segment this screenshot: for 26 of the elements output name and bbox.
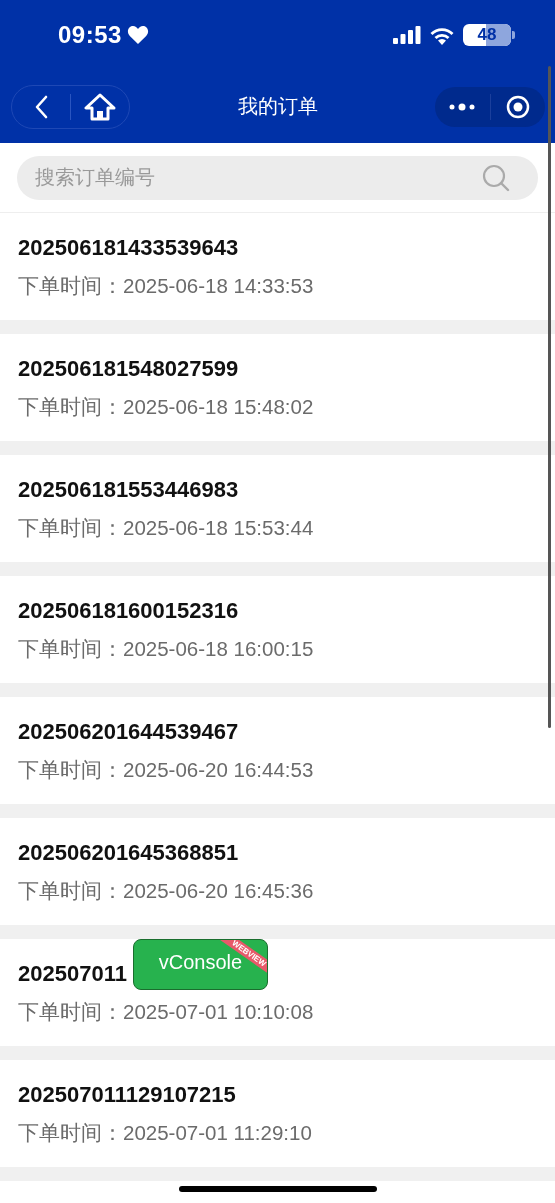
- home-icon: [84, 92, 116, 121]
- page-title: 我的订单: [237, 95, 318, 117]
- order-time: 下单时间：2025-06-18 15:53:44: [18, 516, 314, 539]
- order-number: 202506181600152316: [18, 598, 239, 623]
- back-icon: [34, 94, 48, 119]
- order-time: 下单时间：2025-06-18 14:33:53: [18, 274, 314, 297]
- order-number: 202506181433539643: [18, 235, 239, 260]
- order-time: 下单时间：2025-06-20 16:44:53: [18, 758, 314, 781]
- order-number: 202506201645368851: [18, 840, 239, 865]
- order-number: 202506181548027599: [18, 356, 239, 381]
- order-time: 下单时间：2025-07-01 11:29:10: [18, 1121, 312, 1144]
- heart-icon: [126, 25, 149, 45]
- order-number: 202506201644539467: [18, 719, 239, 744]
- order-time: 下单时间：2025-06-18 16:00:15: [18, 637, 314, 660]
- order-number: 202506181553446983: [18, 477, 239, 502]
- clock-time: 09:53: [58, 21, 122, 49]
- wifi-icon: [429, 25, 455, 45]
- order-time: 下单时间：2025-06-20 16:45:36: [18, 879, 314, 902]
- search-field[interactable]: 搜索订单编号: [17, 155, 538, 200]
- order-time: 下单时间：2025-06-18 15:48:02: [18, 395, 314, 418]
- target-icon: [505, 94, 530, 119]
- more-icon: [449, 102, 476, 111]
- order-time: 下单时间：2025-07-01 10:10:08: [18, 1000, 314, 1023]
- order-number: 202507011: [18, 961, 127, 986]
- signal-icon: [393, 26, 421, 44]
- order-number: 202507011129107215: [18, 1082, 236, 1107]
